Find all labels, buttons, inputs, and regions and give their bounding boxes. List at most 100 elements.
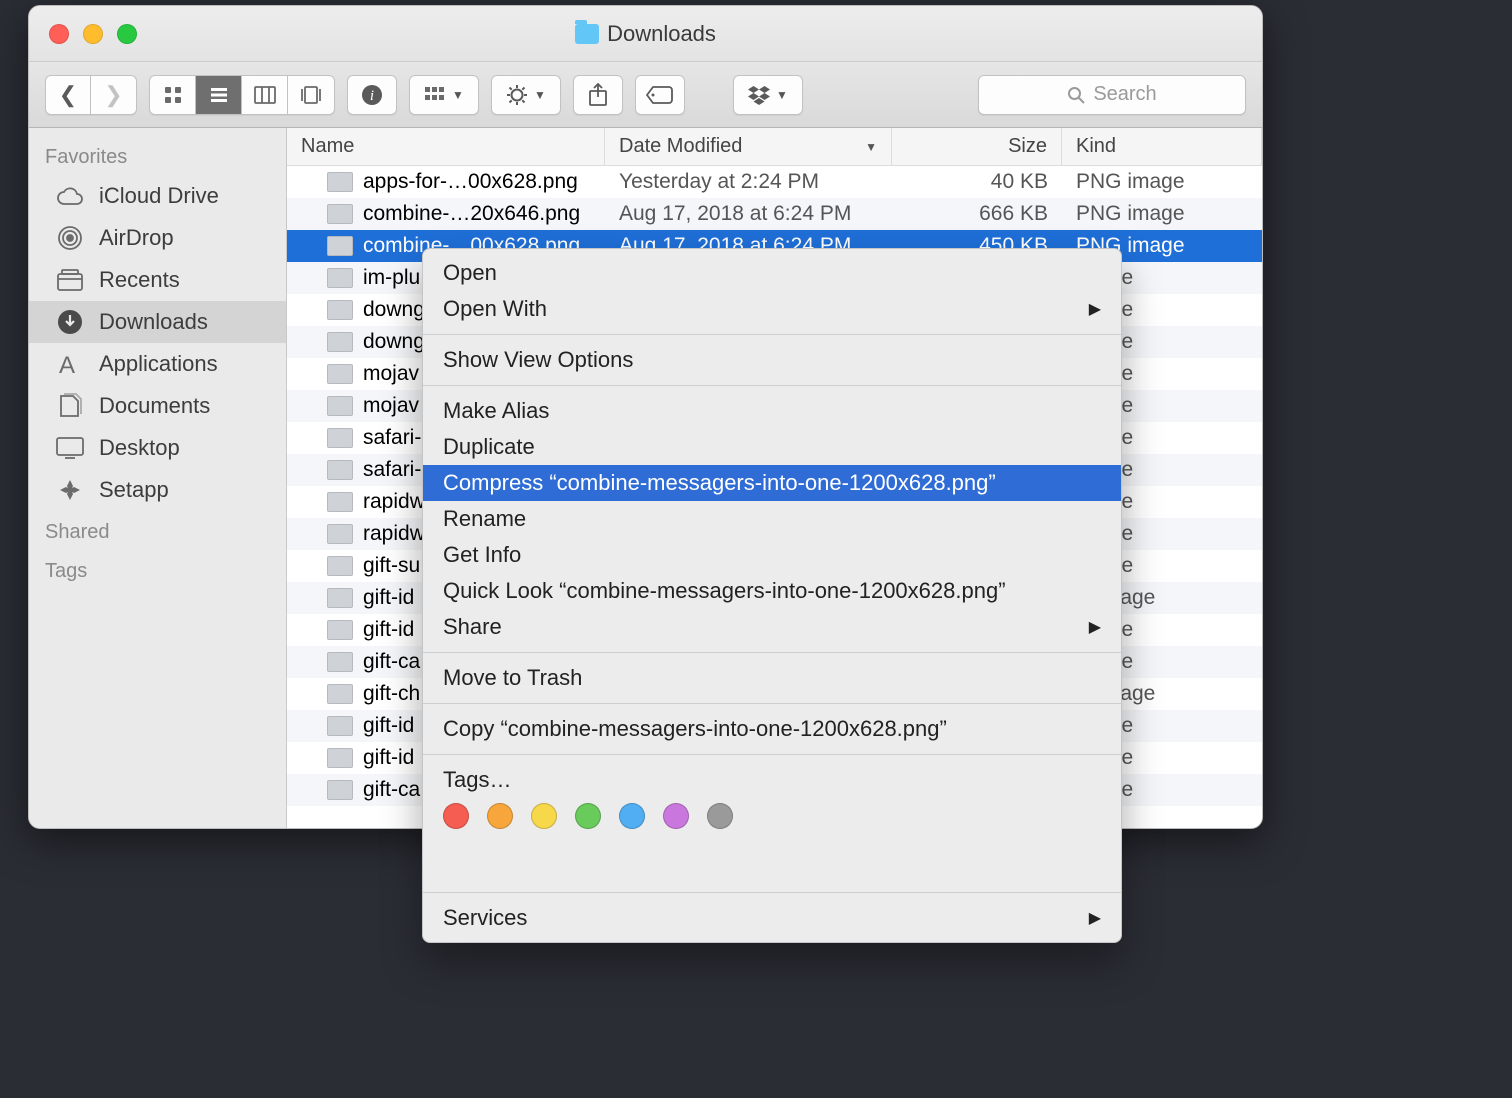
menu-open-with[interactable]: Open With▶	[423, 291, 1121, 327]
file-name: mojav	[363, 362, 419, 386]
file-name: downg	[363, 298, 425, 322]
sidebar-item-desktop[interactable]: Desktop	[29, 427, 286, 469]
file-name: gift-ca	[363, 778, 420, 802]
file-thumbnail-icon	[327, 684, 353, 704]
tag-color[interactable]	[531, 803, 557, 829]
column-size[interactable]: Size	[892, 128, 1062, 165]
sidebar-item-downloads[interactable]: Downloads	[29, 301, 286, 343]
menu-tags-row	[423, 793, 1121, 837]
sidebar: Favorites iCloud Drive AirDrop Recents Downl…	[29, 128, 287, 828]
column-date-modified[interactable]: Date Modified▼	[605, 128, 892, 165]
file-name: gift-id	[363, 746, 414, 770]
menu-quick-look[interactable]: Quick Look “combine-messagers-into-one-1…	[423, 573, 1121, 609]
folder-icon	[575, 24, 599, 44]
column-name[interactable]: Name	[287, 128, 605, 165]
sidebar-section-header: Shared	[29, 511, 286, 550]
search-field[interactable]: Search	[978, 75, 1246, 115]
sidebar-item-setapp[interactable]: Setapp	[29, 469, 286, 511]
titlebar: Downloads	[29, 6, 1262, 62]
sidebar-item-label: Recents	[99, 267, 180, 293]
file-name: safari-	[363, 426, 421, 450]
file-thumbnail-icon	[327, 332, 353, 352]
file-kind: PNG image	[1062, 170, 1262, 194]
column-headers: Name Date Modified▼ Size Kind	[287, 128, 1262, 166]
tag-color[interactable]	[619, 803, 645, 829]
setapp-icon	[55, 478, 85, 502]
tag-color[interactable]	[487, 803, 513, 829]
sidebar-item-applications[interactable]: A Applications	[29, 343, 286, 385]
sidebar-item-recents[interactable]: Recents	[29, 259, 286, 301]
menu-duplicate[interactable]: Duplicate	[423, 429, 1121, 465]
tag-color[interactable]	[575, 803, 601, 829]
menu-rename[interactable]: Rename	[423, 501, 1121, 537]
menu-compress[interactable]: Compress “combine-messagers-into-one-120…	[423, 465, 1121, 501]
gallery-view-button[interactable]	[288, 76, 334, 114]
file-thumbnail-icon	[327, 236, 353, 256]
file-row[interactable]: apps-for-…00x628.pngYesterday at 2:24 PM…	[287, 166, 1262, 198]
file-thumbnail-icon	[327, 364, 353, 384]
file-thumbnail-icon	[327, 652, 353, 672]
file-thumbnail-icon	[327, 780, 353, 800]
file-thumbnail-icon	[327, 492, 353, 512]
downloads-icon	[55, 309, 85, 335]
file-thumbnail-icon	[327, 748, 353, 768]
apps-icon: A	[55, 351, 85, 377]
back-button[interactable]: ❮	[45, 75, 91, 115]
sidebar-item-icloud-drive[interactable]: iCloud Drive	[29, 175, 286, 217]
sidebar-item-label: Downloads	[99, 309, 208, 335]
file-date: Aug 17, 2018 at 6:24 PM	[605, 202, 892, 226]
tag-color[interactable]	[443, 803, 469, 829]
docs-icon	[55, 393, 85, 419]
tag-color[interactable]	[707, 803, 733, 829]
file-thumbnail-icon	[327, 620, 353, 640]
menu-open[interactable]: Open	[423, 255, 1121, 291]
file-thumbnail-icon	[327, 396, 353, 416]
tags-button[interactable]	[635, 75, 685, 115]
file-thumbnail-icon	[327, 716, 353, 736]
file-thumbnail-icon	[327, 172, 353, 192]
zoom-window-button[interactable]	[117, 24, 137, 44]
file-name: gift-ca	[363, 650, 420, 674]
file-name: rapidw	[363, 522, 425, 546]
menu-make-alias[interactable]: Make Alias	[423, 393, 1121, 429]
sidebar-item-label: Applications	[99, 351, 218, 377]
tag-color[interactable]	[663, 803, 689, 829]
menu-services[interactable]: Services▶	[423, 900, 1121, 936]
forward-button[interactable]: ❯	[91, 75, 137, 115]
sidebar-item-label: Desktop	[99, 435, 180, 461]
svg-text:i: i	[370, 88, 374, 104]
menu-get-info[interactable]: Get Info	[423, 537, 1121, 573]
desktop-icon	[55, 437, 85, 459]
group-by-button[interactable]: ▼	[409, 75, 479, 115]
traffic-lights	[29, 24, 137, 44]
dropbox-button[interactable]: ▼	[733, 75, 803, 115]
menu-move-to-trash[interactable]: Move to Trash	[423, 660, 1121, 696]
file-name: rapidw	[363, 490, 425, 514]
search-icon	[1067, 86, 1085, 104]
icon-view-button[interactable]	[150, 76, 196, 114]
list-view-button[interactable]	[196, 76, 242, 114]
recents-icon	[55, 269, 85, 291]
menu-copy[interactable]: Copy “combine-messagers-into-one-1200x62…	[423, 711, 1121, 747]
svg-text:A: A	[59, 352, 75, 377]
column-view-button[interactable]	[242, 76, 288, 114]
file-row[interactable]: combine-…20x646.pngAug 17, 2018 at 6:24 …	[287, 198, 1262, 230]
sidebar-item-airdrop[interactable]: AirDrop	[29, 217, 286, 259]
minimize-window-button[interactable]	[83, 24, 103, 44]
file-thumbnail-icon	[327, 268, 353, 288]
column-kind[interactable]: Kind	[1062, 128, 1262, 165]
sidebar-section-header: Favorites	[29, 136, 286, 175]
file-name: apps-for-…00x628.png	[363, 170, 578, 194]
file-size: 666 KB	[892, 202, 1062, 226]
share-button[interactable]	[573, 75, 623, 115]
info-button[interactable]: i	[347, 75, 397, 115]
sidebar-item-label: iCloud Drive	[99, 183, 219, 209]
file-name: safari-	[363, 458, 421, 482]
file-thumbnail-icon	[327, 588, 353, 608]
menu-show-view-options[interactable]: Show View Options	[423, 342, 1121, 378]
close-window-button[interactable]	[49, 24, 69, 44]
file-name: gift-su	[363, 554, 420, 578]
menu-share[interactable]: Share▶	[423, 609, 1121, 645]
action-button[interactable]: ▼	[491, 75, 561, 115]
sidebar-item-documents[interactable]: Documents	[29, 385, 286, 427]
